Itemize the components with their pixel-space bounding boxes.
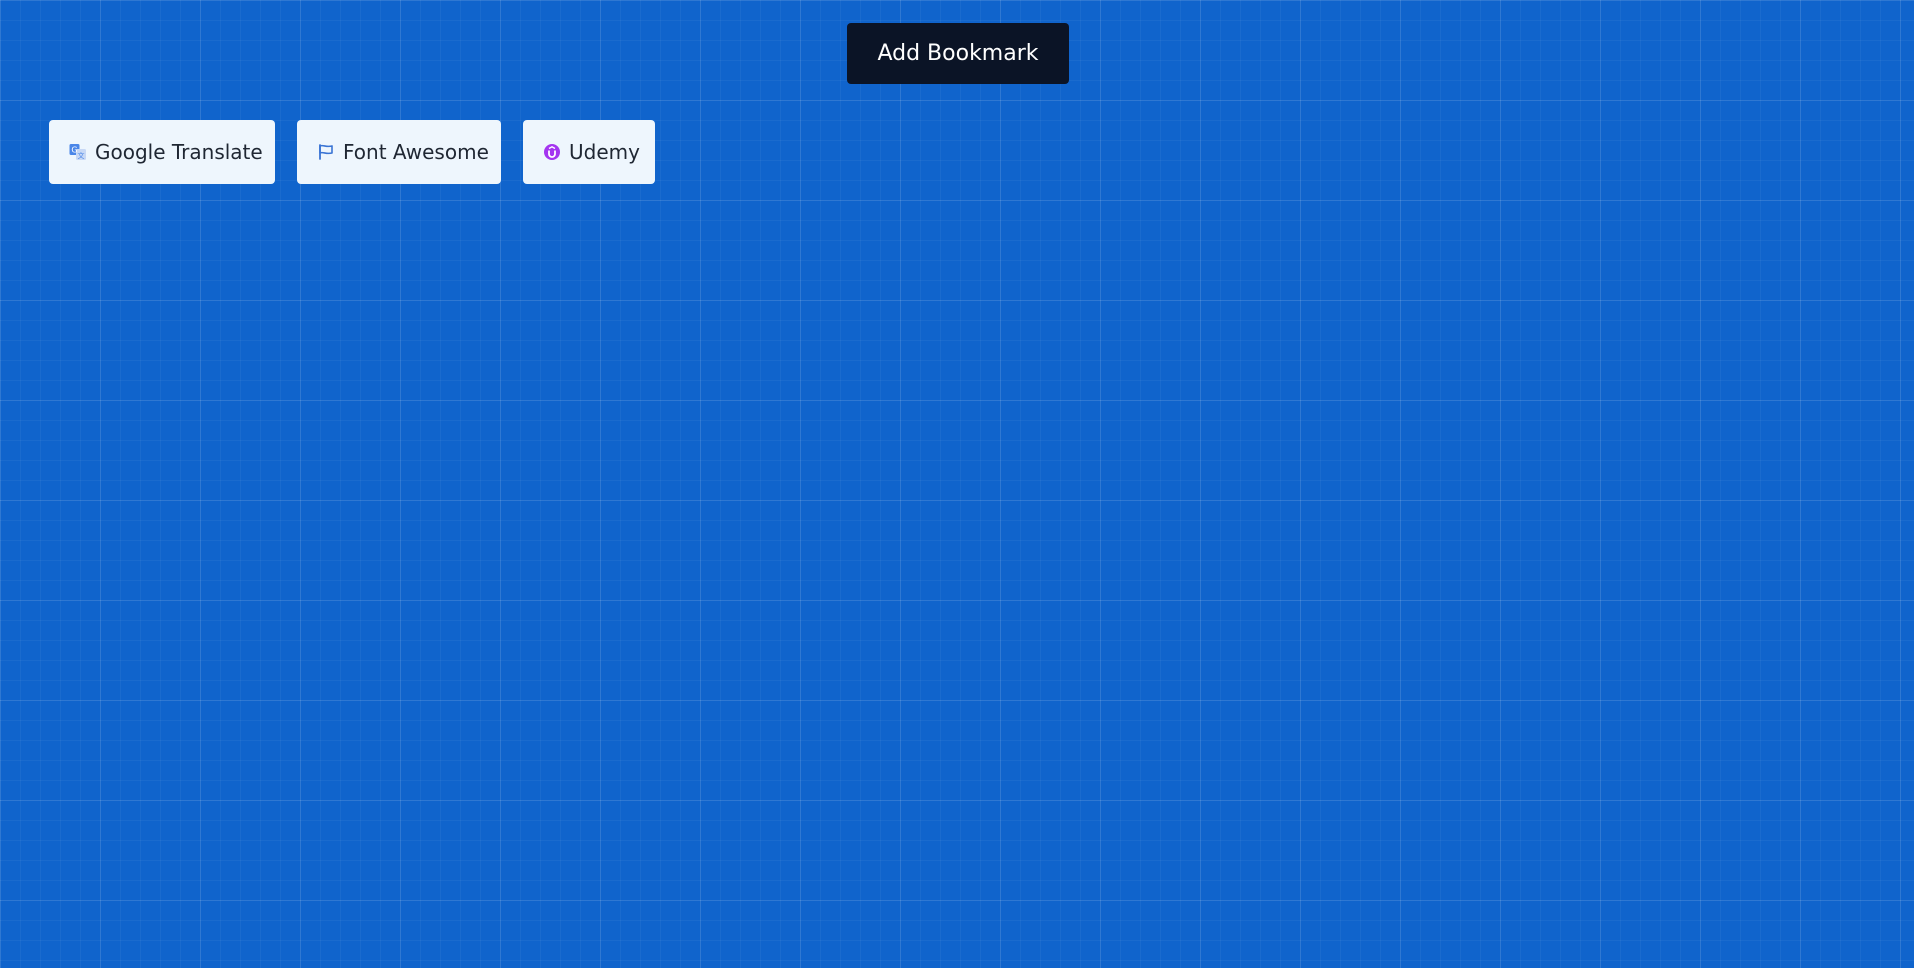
add-bookmark-button[interactable]: Add Bookmark [847, 23, 1069, 84]
flag-icon [316, 142, 336, 162]
udemy-icon [542, 142, 562, 162]
bookmark-label: Udemy [569, 140, 640, 164]
bookmark-list: G 文 Google Translate Font Awesome Udemy [49, 120, 655, 184]
bookmark-google-translate[interactable]: G 文 Google Translate [49, 120, 275, 184]
bookmark-udemy[interactable]: Udemy [523, 120, 655, 184]
svg-text:文: 文 [78, 151, 85, 160]
google-translate-icon: G 文 [68, 142, 88, 162]
bookmark-label: Google Translate [95, 140, 263, 164]
bookmark-font-awesome[interactable]: Font Awesome [297, 120, 501, 184]
bookmark-label: Font Awesome [343, 140, 489, 164]
